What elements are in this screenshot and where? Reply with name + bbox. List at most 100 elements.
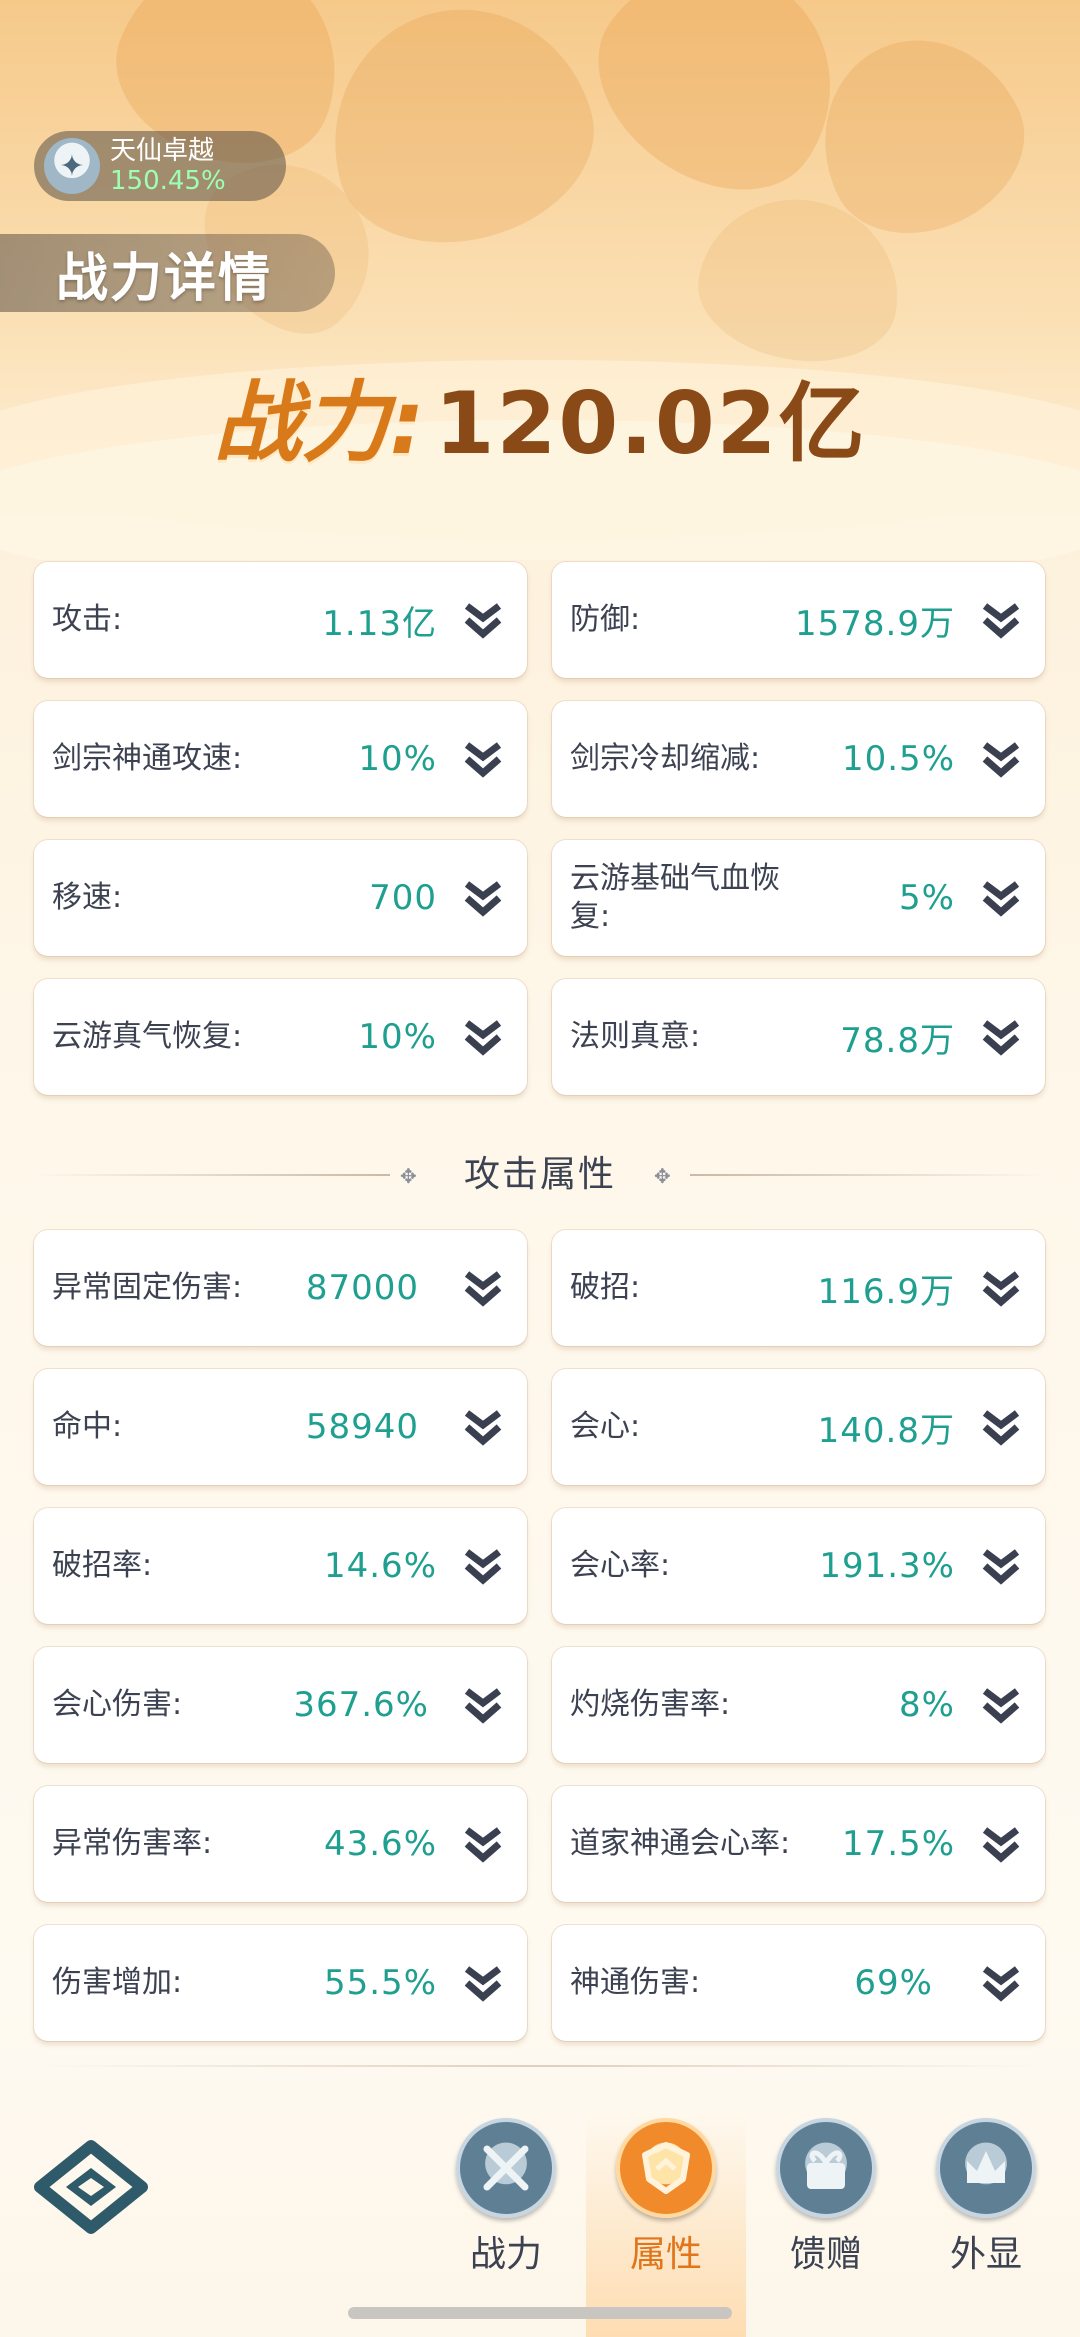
stat-value: 10%	[358, 1017, 437, 1057]
expand-chevron-icon[interactable]	[459, 1266, 507, 1310]
expand-chevron-icon[interactable]	[977, 1961, 1025, 2005]
stat-label: 剑宗神通攻速:	[52, 741, 243, 776]
stat-card-sword-attack-speed[interactable]: 剑宗神通攻速: 10%	[34, 701, 527, 817]
stat-label: 会心:	[570, 1409, 641, 1444]
nav-tab-label: 属性	[629, 2234, 702, 2275]
stat-label: 攻击:	[52, 602, 123, 637]
crossed-swords-icon	[456, 2118, 556, 2218]
expand-chevron-icon[interactable]	[459, 1405, 507, 1449]
stat-card-critical-damage[interactable]: 会心伤害: 367.6%	[34, 1647, 527, 1763]
stat-value: 367.6%	[293, 1685, 429, 1725]
stat-value: 140.8万	[817, 1410, 955, 1451]
total-power: 战力: 120.02亿	[0, 352, 1080, 479]
attack-section-header: ✥ 攻击属性 ✥	[34, 1150, 1046, 1200]
diamond-ornament-icon: ✥	[654, 1164, 671, 1188]
rank-percent: 150.45%	[110, 166, 226, 196]
expand-chevron-icon[interactable]	[977, 1405, 1025, 1449]
stat-card-critical[interactable]: 会心: 140.8万	[552, 1369, 1045, 1485]
rank-emblem-icon: ✦	[44, 138, 100, 194]
expand-chevron-icon[interactable]	[459, 1683, 507, 1727]
stat-card-attack[interactable]: 攻击: 1.13亿	[34, 562, 527, 678]
stat-card-break-rate[interactable]: 破招率: 14.6%	[34, 1508, 527, 1624]
stat-card-taoist-critical-rate[interactable]: 道家神通会心率: 17.5%	[552, 1786, 1045, 1902]
stat-value: 10.5%	[841, 739, 955, 779]
stat-label: 防御:	[570, 602, 641, 637]
power-value: 120.02亿	[434, 374, 867, 474]
expand-chevron-icon[interactable]	[977, 1822, 1025, 1866]
stat-card-abnormal-damage-rate[interactable]: 异常伤害率: 43.6%	[34, 1786, 527, 1902]
expand-chevron-icon[interactable]	[459, 737, 507, 781]
expand-chevron-icon[interactable]	[459, 1822, 507, 1866]
stat-value: 116.9万	[817, 1271, 955, 1312]
stat-label: 道家神通会心率:	[570, 1826, 791, 1861]
stat-card-accuracy[interactable]: 命中: 58940	[34, 1369, 527, 1485]
expand-chevron-icon[interactable]	[977, 598, 1025, 642]
stat-value: 5%	[899, 878, 955, 918]
stat-label: 异常伤害率:	[52, 1826, 213, 1861]
stat-card-move-speed[interactable]: 移速: 700	[34, 840, 527, 956]
stat-label: 神通伤害:	[570, 1965, 701, 2000]
stat-card-qi-regen[interactable]: 云游真气恢复: 10%	[34, 979, 527, 1095]
stat-label: 会心伤害:	[52, 1687, 183, 1722]
stat-card-break[interactable]: 破招: 116.9万	[552, 1230, 1045, 1346]
stat-label: 云游真气恢复:	[52, 1019, 243, 1054]
shield-attribute-icon	[616, 2118, 716, 2218]
stat-card-defense[interactable]: 防御: 1578.9万	[552, 562, 1045, 678]
stat-value: 14.6%	[323, 1546, 437, 1586]
expand-chevron-icon[interactable]	[459, 1015, 507, 1059]
stat-label: 移速:	[52, 880, 123, 915]
stat-value: 17.5%	[841, 1824, 955, 1864]
expand-chevron-icon[interactable]	[977, 1683, 1025, 1727]
nav-tab-gifts[interactable]: 馈赠	[746, 2110, 906, 2337]
stat-value: 1.13亿	[322, 603, 437, 644]
nav-tab-label: 战力	[469, 2234, 542, 2275]
nav-tab-label: 外显	[949, 2234, 1022, 2275]
expand-chevron-icon[interactable]	[459, 1544, 507, 1588]
gift-icon	[776, 2118, 876, 2218]
stat-label: 破招率:	[52, 1548, 153, 1583]
home-indicator[interactable]	[348, 2307, 732, 2319]
stat-card-damage-increase[interactable]: 伤害增加: 55.5%	[34, 1925, 527, 2041]
nav-tab-appearance[interactable]: 外显	[906, 2110, 1066, 2337]
expand-chevron-icon[interactable]	[977, 1266, 1025, 1310]
expand-chevron-icon[interactable]	[977, 737, 1025, 781]
stat-label: 伤害增加:	[52, 1965, 183, 2000]
expand-chevron-icon[interactable]	[459, 598, 507, 642]
nav-tab-attributes[interactable]: 属性	[586, 2110, 746, 2337]
stat-card-hp-regen[interactable]: 云游基础气血恢复: 5%	[552, 840, 1045, 956]
expand-chevron-icon[interactable]	[459, 1961, 507, 2005]
stat-card-law-essence[interactable]: 法则真意: 78.8万	[552, 979, 1045, 1095]
expand-chevron-icon[interactable]	[459, 876, 507, 920]
stat-value: 43.6%	[323, 1824, 437, 1864]
stat-label: 法则真意:	[570, 1019, 701, 1054]
stat-card-abnormal-fixed-damage[interactable]: 异常固定伤害: 87000	[34, 1230, 527, 1346]
stat-value: 8%	[899, 1685, 955, 1725]
stat-card-burn-damage-rate[interactable]: 灼烧伤害率: 8%	[552, 1647, 1045, 1763]
stat-card-ability-damage[interactable]: 神通伤害: 69%	[552, 1925, 1045, 2041]
stat-value: 58940	[305, 1407, 419, 1447]
stat-label: 会心率:	[570, 1548, 671, 1583]
stat-card-critical-rate[interactable]: 会心率: 191.3%	[552, 1508, 1045, 1624]
stat-label: 灼烧伤害率:	[570, 1687, 731, 1722]
stat-label: 破招:	[570, 1270, 641, 1305]
stat-value: 55.5%	[323, 1963, 437, 2003]
stat-value: 1578.9万	[795, 603, 955, 644]
stat-value: 69%	[854, 1963, 933, 2003]
nav-tab-power[interactable]: 战力	[426, 2110, 586, 2337]
stat-label: 云游基础气血恢复:	[570, 861, 780, 934]
expand-chevron-icon[interactable]	[977, 1544, 1025, 1588]
expand-chevron-icon[interactable]	[977, 1015, 1025, 1059]
rank-badge[interactable]: ✦ 天仙卓越 150.45%	[34, 131, 286, 201]
stat-label: 命中:	[52, 1409, 123, 1444]
stat-value: 87000	[305, 1268, 419, 1308]
page-title: 战力详情	[0, 234, 335, 312]
menu-logo-icon[interactable]	[34, 2140, 149, 2235]
stat-label: 异常固定伤害:	[52, 1270, 243, 1305]
power-label: 战力:	[213, 371, 425, 474]
stat-value: 10%	[358, 739, 437, 779]
expand-chevron-icon[interactable]	[977, 876, 1025, 920]
nav-tab-label: 馈赠	[789, 2234, 862, 2275]
stat-card-sword-cooldown[interactable]: 剑宗冷却缩减: 10.5%	[552, 701, 1045, 817]
stat-value: 191.3%	[819, 1546, 955, 1586]
appearance-crown-icon	[936, 2118, 1036, 2218]
